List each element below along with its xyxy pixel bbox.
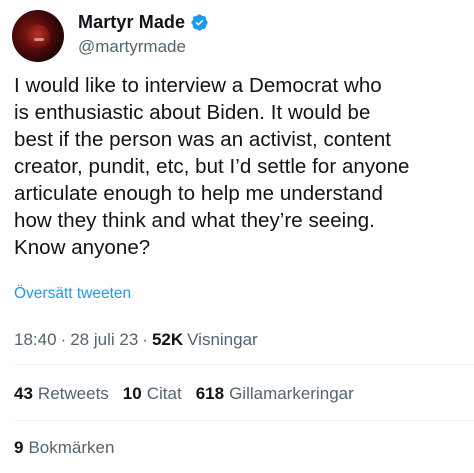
quotes-stat[interactable]: 10 Citat — [123, 384, 182, 404]
retweets-label: Retweets — [37, 384, 109, 403]
divider — [14, 420, 474, 421]
retweets-stat[interactable]: 43 Retweets — [14, 384, 109, 404]
verified-badge-icon — [190, 13, 209, 32]
divider — [14, 364, 474, 365]
bookmarks-stat[interactable]: 9 Bokmärken — [14, 438, 114, 458]
translate-tweet-link[interactable]: Översätt tweeten — [14, 285, 131, 303]
meta-separator: · — [142, 330, 148, 349]
meta-separator: · — [60, 330, 67, 349]
tweet-meta: 18:40 · 28 juli 23 · 52K Visningar — [14, 330, 258, 350]
avatar[interactable] — [12, 10, 64, 62]
author-name-row: Martyr Made — [78, 12, 209, 33]
tweet-date[interactable]: 28 juli 23 — [70, 330, 138, 350]
retweets-count: 43 — [14, 384, 33, 403]
tweet-text: I would like to interview a Democrat who… — [14, 74, 410, 259]
likes-stat[interactable]: 618 Gillamarkeringar — [196, 384, 354, 404]
tweet-time[interactable]: 18:40 — [14, 330, 57, 350]
engagement-stats: 43 Retweets 10 Citat 618 Gillamarkeringa… — [14, 384, 354, 404]
author-handle[interactable]: @martyrmade — [78, 37, 186, 57]
quotes-count: 10 — [122, 384, 142, 403]
author-display-name[interactable]: Martyr Made — [78, 12, 185, 33]
likes-count: 618 — [195, 384, 225, 403]
quotes-label: Citat — [146, 384, 182, 403]
views-count: 52K — [151, 330, 184, 349]
likes-label: Gillamarkeringar — [229, 384, 354, 403]
bookmarks-count: 9 — [14, 438, 24, 457]
views-label: Visningar — [187, 330, 258, 349]
bookmarks-label: Bokmärken — [28, 438, 115, 457]
tweet-card: Martyr Made @martyrmade I would like to … — [0, 0, 474, 473]
